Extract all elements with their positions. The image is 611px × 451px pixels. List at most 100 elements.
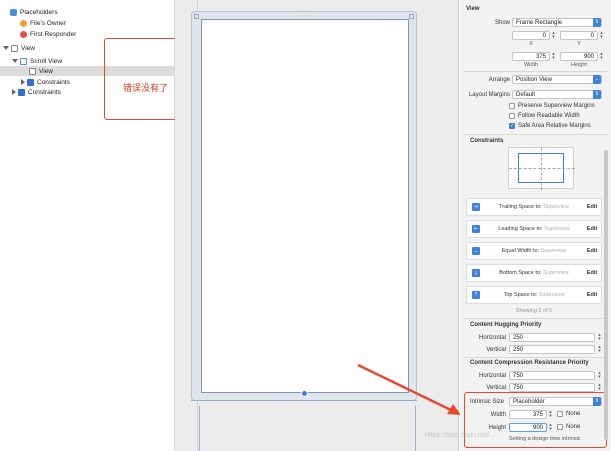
hugging-vertical-field[interactable]: 250 [509, 345, 595, 354]
edit-button[interactable]: Edit [583, 248, 601, 254]
outline-item-first-responder[interactable]: First Responder [20, 29, 76, 39]
hugging-horizontal-label: Horizontal [478, 335, 506, 341]
edit-button[interactable]: Edit [583, 204, 601, 210]
scroll-view-icon [20, 57, 27, 65]
x-field[interactable]: 0 [512, 31, 550, 40]
constraints-diagram-guide [509, 168, 575, 169]
intrinsic-width-field[interactable]: 375 [509, 410, 547, 419]
divider [464, 318, 607, 319]
constraint-name: Trailing Space to: [499, 204, 542, 210]
outline-item-constraints-outer[interactable]: Constraints [12, 87, 61, 97]
popup-arrow-icon: ⇕ [593, 18, 601, 27]
resize-handle-right[interactable]: · · [412, 200, 414, 212]
x-stepper-icon[interactable]: ▴ ▾ [551, 31, 556, 40]
x-label: X [529, 41, 533, 47]
outline-item-label: File's Owner [30, 19, 66, 27]
constraint-row[interactable]: ⤒ Top Space to: Superview Edit [466, 286, 602, 304]
constraint-row[interactable]: ↔ Equal Width to: Superview Edit [466, 242, 602, 260]
disclosure-triangle-icon[interactable] [21, 79, 25, 85]
intrinsic-height-label: Height [488, 425, 506, 431]
hugging-horizontal-stepper-icon[interactable]: ▴ ▾ [597, 333, 602, 342]
constraint-row[interactable]: ⤓ Bottom Space to: Superview Edit [466, 264, 602, 282]
checkbox-icon [509, 103, 515, 109]
width-field[interactable]: 375 [512, 52, 550, 61]
watermark: https://blog.csdn.net/... [425, 432, 496, 439]
height-label: Height [571, 62, 587, 68]
width-stepper-icon[interactable]: ▴ ▾ [551, 52, 556, 61]
edit-button[interactable]: Edit [583, 270, 601, 276]
outline-item-constraints-inner[interactable]: Constraints [21, 77, 70, 87]
showing-count: Showing 5 of 5 [515, 308, 553, 314]
height-stepper-icon[interactable]: ▴ ▾ [599, 52, 604, 61]
view-icon [29, 67, 36, 75]
checkbox-icon [557, 424, 563, 430]
scene-frame[interactable]: · · · · · · · [191, 11, 417, 401]
compression-vertical-stepper-icon[interactable]: ▴ ▾ [597, 383, 602, 392]
y-stepper-icon[interactable]: ▴ ▾ [599, 31, 604, 40]
inspector-scrollbar[interactable] [604, 150, 608, 440]
popup-arrow-icon: ⇕ [593, 397, 601, 406]
edit-button[interactable]: Edit [583, 292, 601, 298]
hugging-vertical-stepper-icon[interactable]: ▴ ▾ [597, 345, 602, 354]
disclosure-triangle-icon[interactable] [3, 46, 9, 50]
popup-arrow-icon: ⇕ [593, 90, 601, 99]
disclosure-triangle-icon[interactable] [12, 59, 18, 63]
compression-vertical-label: Vertical [486, 385, 506, 391]
constraints-icon [27, 78, 34, 86]
show-label: Show [494, 20, 510, 26]
intrinsic-width-none-checkbox[interactable]: None [557, 411, 580, 417]
y-field[interactable]: 0 [560, 31, 598, 40]
checkmark-icon: ✓ [509, 123, 515, 129]
layout-margins-value: Default [516, 91, 536, 98]
constraint-target: Superview [540, 248, 567, 254]
constraints-diagram-guide [541, 148, 542, 190]
intrinsic-size-value: Placeholder [513, 398, 545, 405]
compression-horizontal-stepper-icon[interactable]: ▴ ▾ [597, 371, 602, 380]
checkbox-icon [509, 113, 515, 119]
outline-item-view[interactable]: View [3, 43, 35, 53]
corner-handle[interactable] [194, 14, 199, 19]
constraint-row[interactable]: ⇤ Leading Space to: Superview Edit [466, 220, 602, 238]
constraint-target: Superview [543, 270, 569, 276]
section-constraints: Constraints [470, 138, 504, 144]
edit-button[interactable]: Edit [583, 226, 601, 232]
intrinsic-height-none-checkbox[interactable]: None [557, 424, 580, 430]
outline-item-scroll-view[interactable]: Scroll View [12, 56, 62, 66]
constraint-name: Equal Width to: [501, 248, 540, 254]
intrinsic-height-stepper-icon[interactable]: ▴ ▾ [548, 423, 553, 432]
section-compression: Content Compression Resistance Priority [470, 360, 589, 366]
show-popup[interactable]: Frame Rectangle ⇕ [512, 18, 602, 27]
interface-builder-canvas[interactable]: · · · · · · · [175, 0, 461, 451]
bottom-constraint-icon: ⤓ [472, 269, 480, 277]
outline-item-placeholders[interactable]: Placeholders [10, 7, 58, 17]
compression-horizontal-field[interactable]: 750 [509, 371, 595, 380]
responder-icon [20, 30, 27, 38]
intrinsic-height-field[interactable]: 900 [509, 423, 547, 432]
checkbox-label: Safe Area Relative Margins [518, 123, 591, 129]
height-field[interactable]: 900 [560, 52, 598, 61]
intrinsic-width-stepper-icon[interactable]: ▴ ▾ [548, 410, 553, 419]
disclosure-triangle-icon[interactable] [12, 89, 16, 95]
outline-item-files-owner[interactable]: File's Owner [20, 18, 66, 28]
preserve-superview-checkbox[interactable]: Preserve Superview Margins [509, 103, 595, 109]
owner-icon [20, 19, 27, 27]
outline-item-label: Constraints [37, 78, 70, 86]
follow-readable-checkbox[interactable]: Follow Readable Width [509, 113, 580, 119]
hugging-horizontal-field[interactable]: 250 [509, 333, 595, 342]
compression-horizontal-label: Horizontal [478, 373, 506, 379]
cube-icon [10, 8, 17, 16]
corner-handle[interactable] [409, 14, 414, 19]
annotation-arrow [357, 363, 461, 415]
layout-margins-popup[interactable]: Default ⇕ [512, 90, 602, 99]
resize-handle-left[interactable]: · · [194, 200, 196, 212]
bottom-resize-handle[interactable] [301, 390, 308, 397]
intrinsic-size-popup[interactable]: Placeholder ⇕ [509, 397, 602, 406]
constraint-row[interactable]: ⇥ Trailing Space to: Superview Edit [466, 198, 602, 216]
compression-vertical-field[interactable]: 750 [509, 383, 595, 392]
divider [464, 357, 607, 358]
outline-item-label: First Responder [30, 30, 77, 38]
content-view[interactable] [201, 19, 409, 393]
safe-area-checkbox[interactable]: ✓ Safe Area Relative Margins [509, 123, 591, 129]
view-icon [11, 44, 18, 52]
arrange-popup[interactable]: Position View ⌄ [512, 75, 602, 84]
